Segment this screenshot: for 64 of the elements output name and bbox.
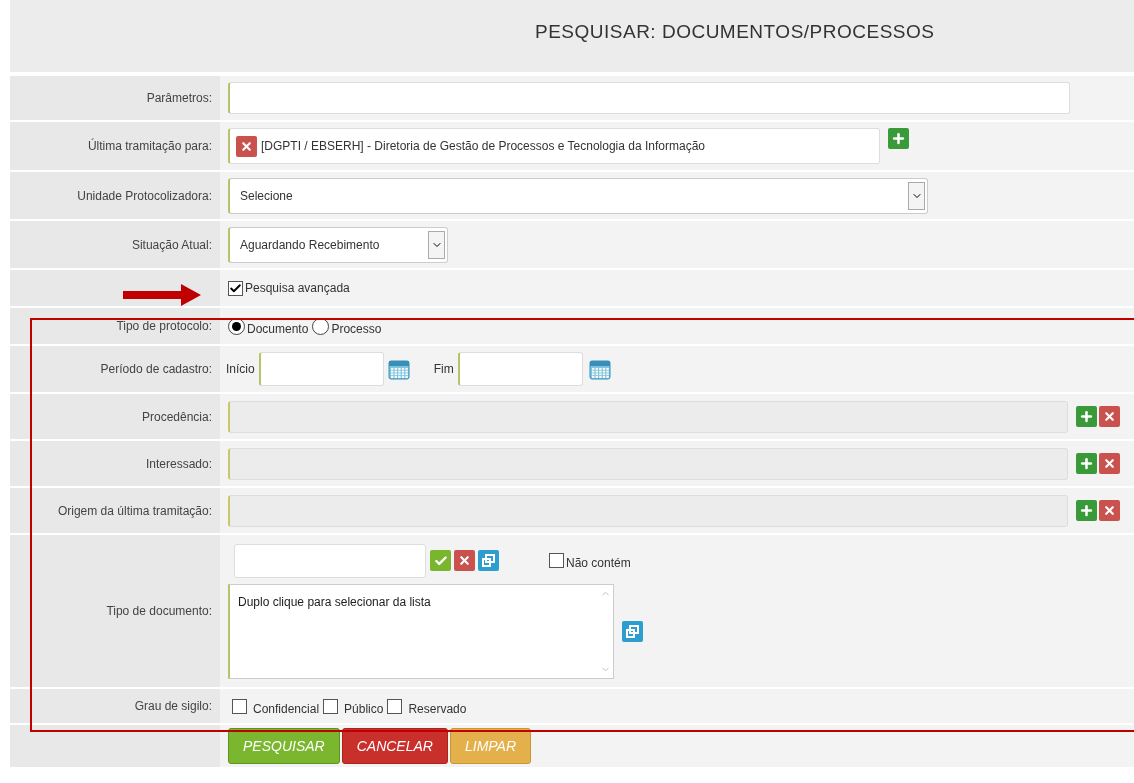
field-label: Situação Atual: [131, 236, 212, 254]
select-field[interactable]: Aguardando Recebimento [228, 226, 448, 263]
plus-icon [1079, 456, 1094, 471]
page-title: PESQUISAR: DOCUMENTOS/PROCESSOS [535, 20, 936, 44]
radio-label: Documento [247, 320, 309, 338]
checkbox[interactable] [387, 698, 403, 714]
document-type-field[interactable] [234, 543, 426, 578]
checkbox-label: Reservado [408, 700, 467, 718]
field-label: Origem da última tramitação: [57, 502, 212, 520]
exclude-checkbox[interactable] [549, 553, 564, 568]
checkbox-label: Público [344, 700, 384, 718]
field-label: Parâmetros: [146, 90, 212, 107]
checkbox-label: Pesquisa avançada [245, 280, 350, 297]
action-button[interactable]: CANCELAR [341, 728, 448, 764]
popup-button[interactable] [622, 620, 643, 642]
add-button[interactable] [1076, 453, 1097, 474]
add-button[interactable] [888, 128, 909, 149]
close-icon [458, 554, 471, 567]
plus-icon [1079, 503, 1094, 518]
close-icon [240, 139, 253, 153]
popup-button[interactable] [478, 550, 499, 571]
calendar-icon[interactable] [588, 358, 611, 380]
start-date-field[interactable] [258, 352, 384, 386]
end-label: Fim [433, 361, 454, 378]
remove-button[interactable] [1099, 453, 1120, 474]
document-list-field[interactable]: Duplo clique para selecionar da lista [228, 583, 614, 679]
field-label: Grau de sigilo: [134, 698, 212, 715]
tag-text: [DGPTI / EBSERH] - Diretoria de Gestão de Processos e Tecnologia da Informação [261, 138, 705, 155]
remove-button[interactable] [1099, 406, 1120, 427]
checkbox-label: Confidencial [253, 700, 320, 718]
remove-button[interactable] [1099, 500, 1120, 521]
remove-tag-button[interactable] [236, 135, 257, 157]
plus-icon [891, 131, 906, 146]
dropdown-icon [908, 181, 925, 210]
end-date-field[interactable] [457, 352, 583, 386]
checkbox-label: Não contém [566, 554, 631, 572]
field-label: Unidade Protocolizadora: [77, 187, 212, 205]
recipient-field[interactable]: [DGPTI / EBSERH] - Diretoria de Gestão de Processos e Tecnologia da Informação [228, 128, 880, 164]
field-label: Período de cadastro: [100, 361, 212, 378]
confirm-button[interactable] [430, 550, 451, 571]
radio-label: Processo [331, 320, 382, 338]
window-icon [626, 624, 639, 638]
parameters-field[interactable] [228, 82, 1070, 114]
select-field[interactable]: Selecione [228, 177, 928, 214]
check-icon [433, 553, 448, 568]
add-button[interactable] [1076, 500, 1097, 521]
field-label: Interessado: [145, 455, 212, 473]
close-icon [1103, 457, 1116, 470]
dropdown-icon [428, 230, 445, 259]
start-label: Início [226, 361, 255, 378]
field-label: Tipo de documento: [106, 603, 212, 620]
calendar-icon[interactable] [387, 358, 410, 380]
remove-button[interactable] [454, 550, 475, 571]
advanced-checkbox[interactable] [228, 280, 243, 296]
plus-icon [1079, 409, 1094, 424]
add-button[interactable] [1076, 406, 1097, 427]
close-icon [1103, 504, 1116, 517]
close-icon [1103, 410, 1116, 423]
window-icon [482, 554, 495, 567]
field-label: Tipo de protocolo: [116, 318, 212, 335]
checkbox[interactable] [232, 698, 247, 714]
field-label: Última tramitação para: [87, 137, 212, 155]
field-label: Procedência: [141, 408, 212, 426]
checkbox[interactable] [323, 698, 339, 714]
